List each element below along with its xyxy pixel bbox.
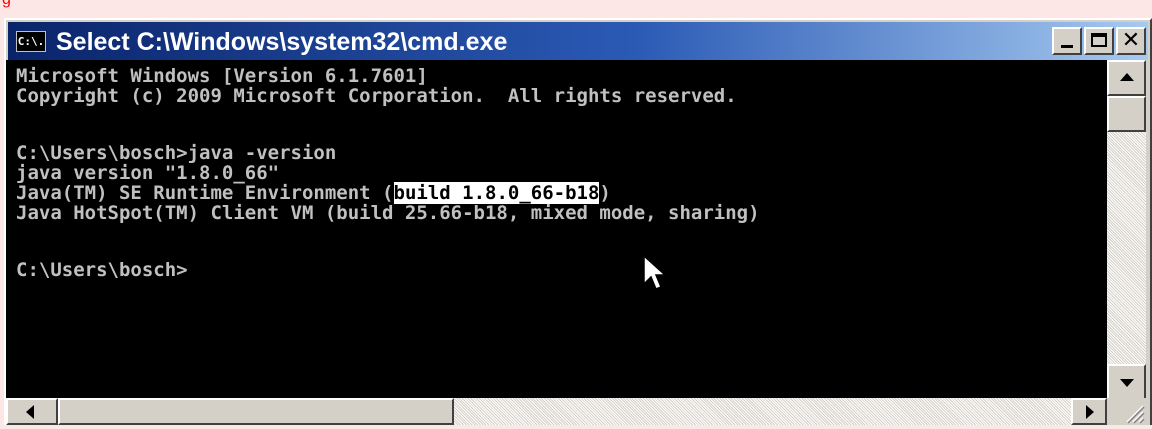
title-bar[interactable]: C:\. Select C:\Windows\system32\cmd.exe … bbox=[8, 22, 1148, 60]
scroll-down-button[interactable] bbox=[1107, 364, 1146, 400]
console-line: Copyright (c) 2009 Microsoft Corporation… bbox=[16, 85, 737, 107]
horizontal-scroll-thumb[interactable] bbox=[58, 398, 454, 425]
resize-grip[interactable] bbox=[1107, 398, 1146, 425]
maximize-button[interactable] bbox=[1084, 27, 1114, 55]
scroll-up-button[interactable] bbox=[1107, 60, 1146, 96]
horizontal-scrollbar[interactable] bbox=[6, 398, 1107, 425]
close-button[interactable]: ✕ bbox=[1116, 27, 1146, 55]
console-line: Java HotSpot(TM) Client VM (build 25.66-… bbox=[16, 202, 760, 224]
console-text: ) bbox=[599, 182, 611, 204]
cmd-icon[interactable]: C:\. bbox=[16, 31, 46, 52]
console-line: java version "1.8.0_66" bbox=[16, 162, 280, 184]
selected-text[interactable]: build 1.8.0_66-b18 bbox=[393, 182, 600, 204]
console-line-selection: Java(TM) SE Runtime Environment (build 1… bbox=[16, 182, 611, 204]
arrow-right-icon bbox=[1086, 405, 1094, 419]
arrow-up-icon bbox=[1120, 73, 1134, 81]
maximize-icon bbox=[1091, 33, 1107, 47]
vertical-scrollbar[interactable] bbox=[1107, 60, 1146, 400]
close-icon: ✕ bbox=[1121, 28, 1141, 53]
partial-top-text: g bbox=[0, 0, 1152, 18]
minimize-button[interactable] bbox=[1052, 27, 1082, 55]
minimize-icon bbox=[1061, 45, 1073, 48]
console-text: Java(TM) SE Runtime Environment ( bbox=[16, 182, 394, 204]
console-prompt: C:\Users\bosch> bbox=[16, 259, 188, 281]
arrow-down-icon bbox=[1120, 379, 1134, 387]
window-title: Select C:\Windows\system32\cmd.exe bbox=[56, 28, 508, 56]
scroll-left-button[interactable] bbox=[6, 398, 58, 425]
console-output[interactable]: Microsoft Windows [Version 6.1.7601] Cop… bbox=[6, 60, 1107, 400]
scroll-right-button[interactable] bbox=[1071, 398, 1107, 425]
vertical-scroll-thumb[interactable] bbox=[1107, 96, 1146, 132]
mouse-pointer-icon bbox=[643, 254, 667, 290]
arrow-left-icon bbox=[26, 405, 34, 419]
console-line: C:\Users\bosch>java -version bbox=[16, 142, 337, 164]
resize-grip-icon bbox=[1126, 405, 1145, 424]
console-line: Microsoft Windows [Version 6.1.7601] bbox=[16, 65, 428, 87]
